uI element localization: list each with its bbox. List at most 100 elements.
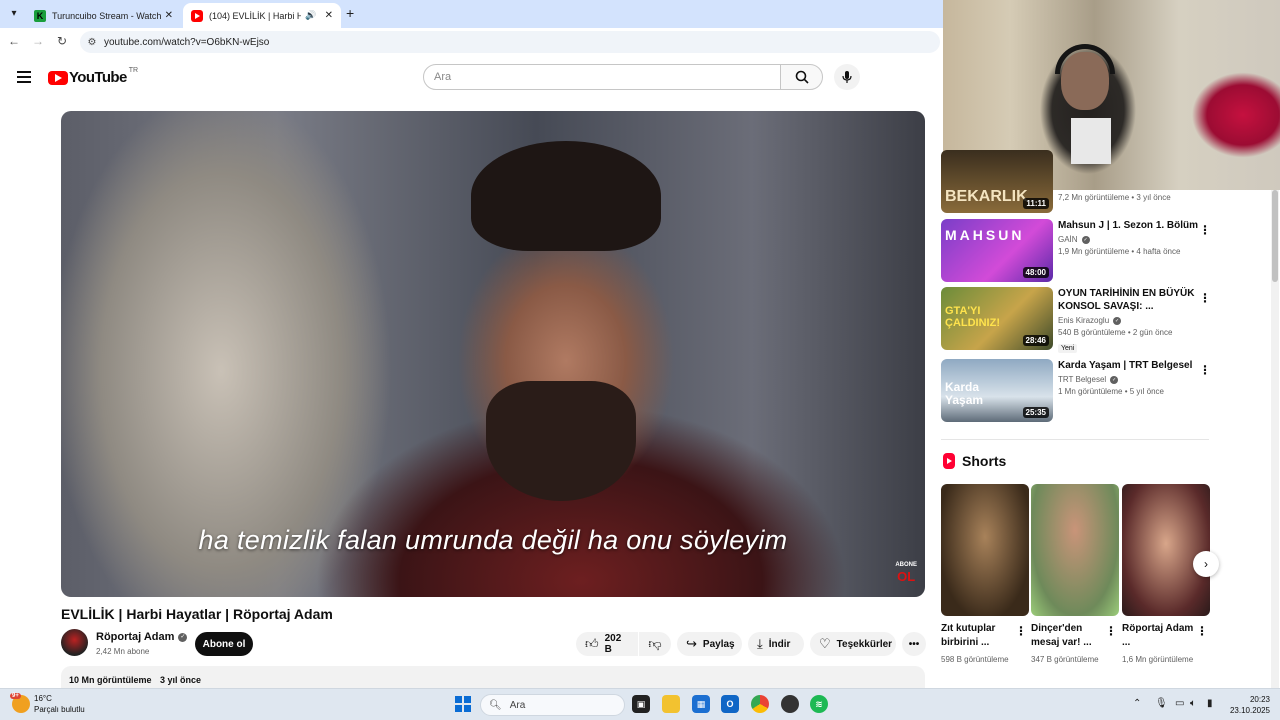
- view-info: 1,9 Mn görüntüleme • 4 hafta önce: [1058, 247, 1181, 256]
- short-item[interactable]: Zıt kutuplar birbirini ... 598 B görüntü…: [941, 484, 1029, 664]
- verified-icon: ✓: [1081, 235, 1090, 244]
- video-thumbnail[interactable]: Karda Yaşam 25:35: [941, 359, 1053, 422]
- channel-name[interactable]: Röportaj Adam: [96, 631, 174, 643]
- voice-search-button[interactable]: [834, 64, 860, 90]
- short-title[interactable]: Röportaj Adam ...: [1122, 622, 1194, 650]
- back-icon[interactable]: ←: [6, 34, 22, 48]
- spotify-icon[interactable]: ≋: [810, 695, 828, 713]
- short-thumbnail[interactable]: [1122, 484, 1210, 616]
- more-vertical-icon[interactable]: ⋮: [1196, 624, 1208, 638]
- tab-title: Turuncuibo Stream - Watch Live: [52, 10, 161, 21]
- address-bar[interactable]: ⚙ youtube.com/watch?v=O6bKN-wEjso: [80, 31, 940, 53]
- scrollbar-thumb[interactable]: [1272, 190, 1278, 282]
- short-title[interactable]: Dinçer'den mesaj var! ...: [1031, 622, 1103, 650]
- short-item[interactable]: Röportaj Adam ... 1,6 Mn görüntüleme ⋮: [1122, 484, 1210, 664]
- more-vertical-icon[interactable]: ⋮: [1199, 291, 1211, 305]
- video-player[interactable]: ha temizlik falan umrunda değil ha onu s…: [61, 111, 925, 597]
- browser-tab-strip: ▾ K Turuncuibo Stream - Watch Live ✕ (10…: [0, 0, 943, 28]
- tab-search-icon[interactable]: ▾: [6, 5, 22, 21]
- clock[interactable]: 20:23 23.10.2025: [1222, 694, 1270, 716]
- close-icon[interactable]: ✕: [325, 10, 333, 21]
- more-vertical-icon[interactable]: ⋮: [1199, 223, 1211, 237]
- view-info: 540 B görüntüleme • 2 gün önce: [1058, 328, 1173, 337]
- app-icon[interactable]: [781, 695, 799, 713]
- speaker-icon[interactable]: 🔊: [305, 10, 316, 21]
- chrome-icon[interactable]: [751, 695, 769, 713]
- network-icon[interactable]: ▭: [1175, 698, 1184, 709]
- download-icon: ⤓: [757, 636, 763, 651]
- shorts-heading: Shorts: [943, 453, 1006, 469]
- close-icon[interactable]: ✕: [165, 10, 173, 21]
- volume-icon[interactable]: 🔈︎: [1190, 698, 1196, 709]
- short-thumbnail[interactable]: [1031, 484, 1119, 616]
- task-view-icon[interactable]: ▣: [632, 695, 650, 713]
- weather-icon: 9+: [10, 693, 30, 713]
- short-views: 598 B görüntüleme: [941, 655, 1009, 664]
- share-icon: ↪: [686, 636, 697, 651]
- short-title[interactable]: Zıt kutuplar birbirini ...: [941, 622, 1013, 650]
- related-channel[interactable]: TRT Belgesel: [1058, 375, 1106, 384]
- watermark-bottom: OL: [897, 569, 916, 584]
- short-item[interactable]: Dinçer'den mesaj var! ... 347 B görüntül…: [1031, 484, 1119, 664]
- more-actions-button[interactable]: •••: [902, 632, 926, 656]
- thumbnail-text: BEKARLIK: [945, 188, 1028, 205]
- microphone-icon: [842, 71, 852, 83]
- download-button[interactable]: ⤓ İndir: [748, 632, 804, 656]
- video-subtitle: ha temizlik falan umrunda değil ha onu s…: [198, 525, 788, 555]
- search-button[interactable]: [780, 64, 823, 90]
- channel-watermark[interactable]: ABONE OL: [895, 559, 917, 583]
- outlook-icon[interactable]: O: [721, 695, 739, 713]
- more-vertical-icon[interactable]: ⋮: [1199, 363, 1211, 377]
- tab-youtube[interactable]: (104) EVLİLİK | Harbi Hayatlar 🔊 ✕: [183, 3, 341, 28]
- related-channel[interactable]: GAİN: [1058, 235, 1078, 244]
- weather-widget[interactable]: 9+ 16°C Parçalı bulutlu: [10, 693, 85, 715]
- chevron-right-icon: ›: [1204, 557, 1208, 571]
- video-thumbnail[interactable]: MAHSUN 48:00: [941, 219, 1053, 282]
- windows-start-icon[interactable]: [455, 696, 471, 712]
- verified-icon: ✓: [1113, 316, 1122, 325]
- thanks-button[interactable]: ♡ Teşekkürler: [810, 632, 896, 656]
- microphone-icon[interactable]: 🎙︎: [1155, 698, 1168, 709]
- menu-icon[interactable]: [17, 71, 31, 86]
- share-button[interactable]: ↪ Paylaş: [677, 632, 742, 656]
- channel-name-row[interactable]: Röportaj Adam ✓: [96, 631, 188, 643]
- tab-title: (104) EVLİLİK | Harbi Hayatlar: [209, 10, 302, 21]
- forward-icon[interactable]: →: [30, 34, 46, 48]
- site-info-icon[interactable]: ⚙: [80, 37, 104, 48]
- youtube-logo[interactable]: YouTube TR: [48, 67, 138, 86]
- duration-badge: 48:00: [1022, 267, 1049, 278]
- weather-desc: Parçalı bulutlu: [34, 705, 85, 714]
- short-thumbnail[interactable]: [941, 484, 1029, 616]
- reload-icon[interactable]: ↻: [54, 34, 70, 48]
- shorts-next-button[interactable]: ›: [1193, 551, 1219, 577]
- more-vertical-icon[interactable]: ⋮: [1105, 624, 1117, 638]
- chevron-up-icon[interactable]: ⌃: [1133, 698, 1141, 709]
- section-divider: [941, 439, 1209, 440]
- video-thumbnail[interactable]: BEKARLIK 11:11: [941, 150, 1053, 213]
- video-frame-person: [471, 141, 661, 251]
- like-button[interactable]: 👍︎ 202 B: [576, 632, 638, 656]
- more-vertical-icon[interactable]: ⋮: [1015, 624, 1027, 638]
- tab-turuncuibo[interactable]: K Turuncuibo Stream - Watch Live ✕: [26, 3, 181, 28]
- related-title[interactable]: Mahsun J | 1. Sezon 1. Bölüm: [1058, 219, 1203, 232]
- related-title[interactable]: Karda Yaşam | TRT Belgesel: [1058, 359, 1203, 372]
- related-channel[interactable]: Enis Kirazoglu: [1058, 316, 1109, 325]
- new-tab-button[interactable]: +: [346, 5, 354, 21]
- channel-avatar[interactable]: [61, 629, 88, 656]
- youtube-play-icon: [48, 70, 68, 85]
- related-title[interactable]: OYUN TARİHİNİN EN BÜYÜK KONSOL SAVAŞI: .…: [1058, 287, 1203, 313]
- search-input[interactable]: Ara: [423, 64, 781, 90]
- video-thumbnail[interactable]: GTA'YI ÇALDINIZ! 28:46: [941, 287, 1053, 350]
- like-count: 202 B: [604, 633, 622, 655]
- taskbar-search[interactable]: 🔍︎ Ara: [480, 694, 625, 716]
- store-icon[interactable]: ▦: [692, 695, 710, 713]
- dislike-button[interactable]: 👎︎: [639, 632, 671, 656]
- battery-icon[interactable]: ▮: [1207, 698, 1213, 709]
- duration-badge: 11:11: [1023, 198, 1049, 209]
- subscribe-button[interactable]: Abone ol: [195, 632, 253, 656]
- thumbnail-text: MAHSUN: [945, 227, 1025, 243]
- file-explorer-icon[interactable]: [662, 695, 680, 713]
- page-scrollbar[interactable]: [1271, 190, 1279, 688]
- view-count: 10 Mn görüntüleme: [69, 675, 152, 685]
- more-horizontal-icon: •••: [908, 638, 920, 650]
